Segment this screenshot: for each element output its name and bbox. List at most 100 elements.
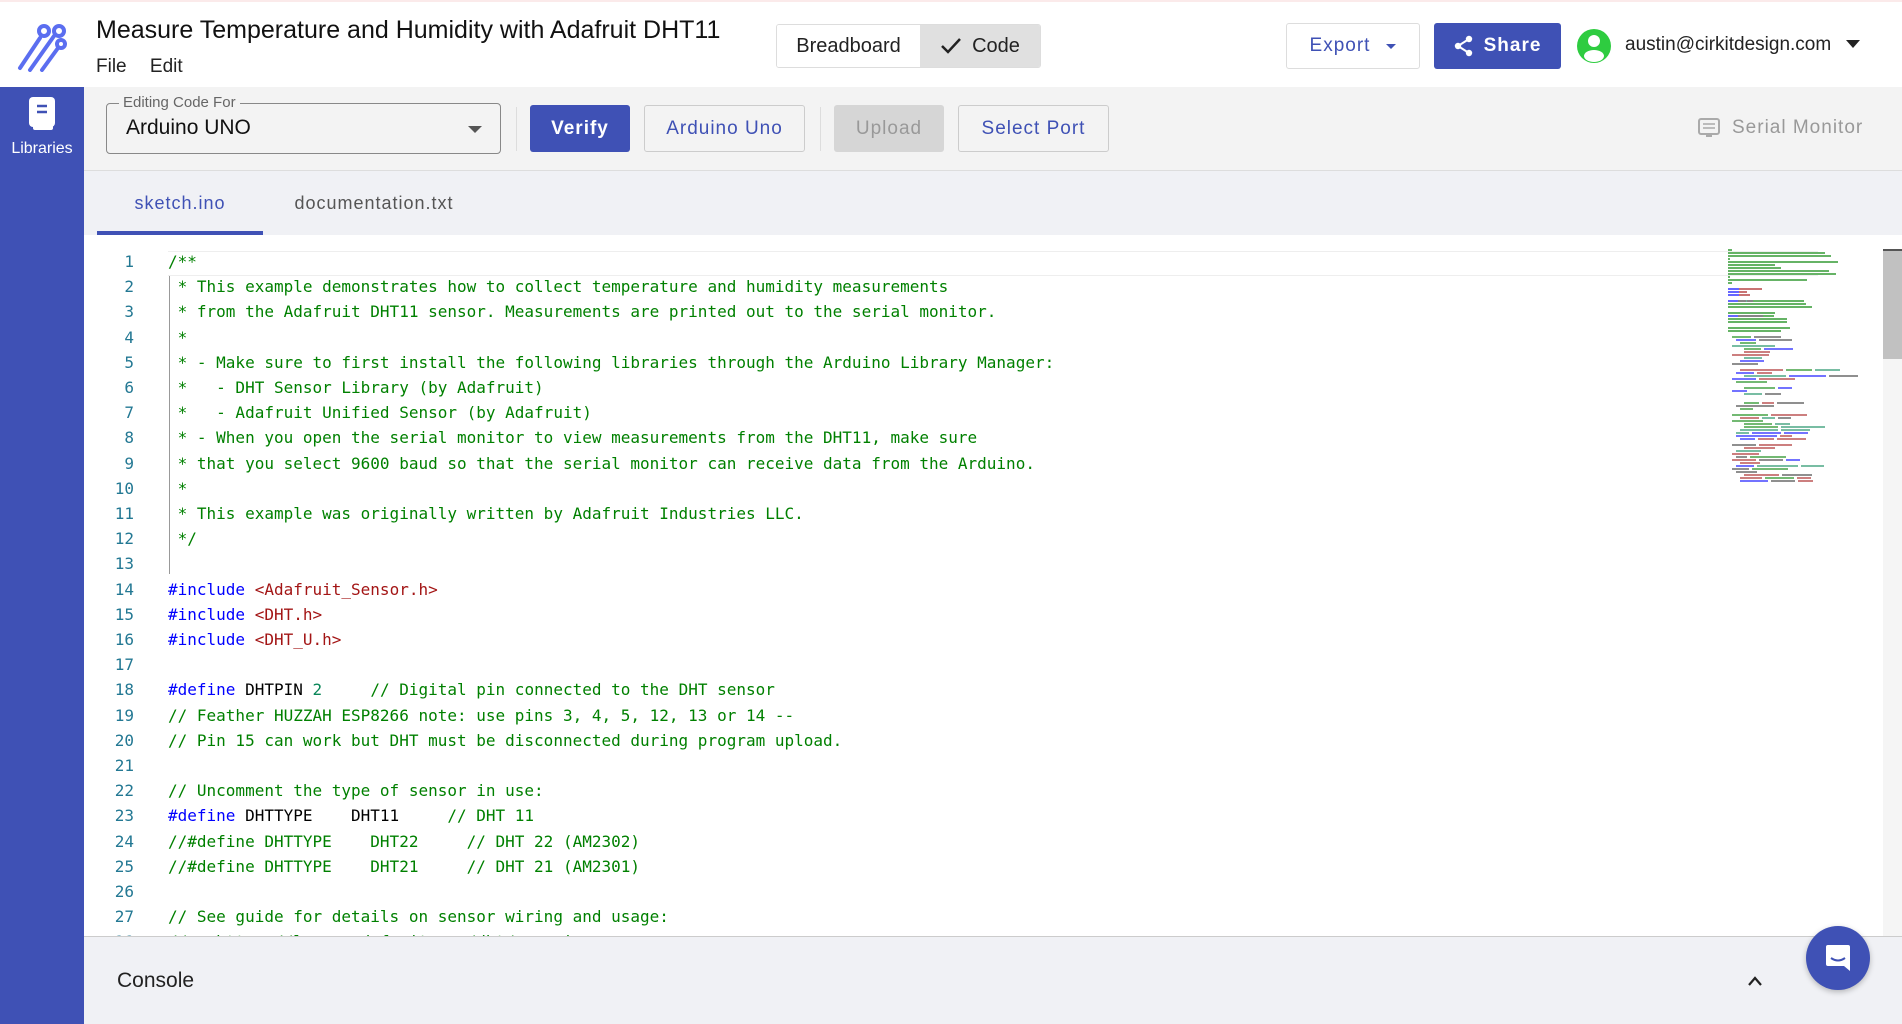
minimap-line	[1732, 414, 1769, 416]
scrollbar-thumb[interactable]	[1883, 249, 1902, 359]
minimap-line	[1762, 417, 1776, 419]
minimap-line	[1737, 300, 1746, 302]
minimap-line	[1744, 423, 1773, 425]
check-icon	[941, 38, 962, 54]
tab-sketch-ino[interactable]: sketch.ino	[97, 171, 263, 235]
code-line: //#define DHTTYPE DHT21 // DHT 21 (AM230…	[168, 857, 640, 876]
minimap-line	[1728, 315, 1738, 317]
code-line: /**	[168, 252, 197, 271]
minimap[interactable]	[1728, 249, 1858, 489]
code-token: <Adafruit_Sensor.h>	[254, 579, 438, 599]
board-button[interactable]: Arduino Uno	[644, 105, 805, 152]
code-token: */	[168, 529, 197, 549]
code-toolbar: Editing Code For Arduino UNO Verify Ardu…	[84, 87, 1902, 171]
minimap-line	[1776, 402, 1804, 404]
line-number: 24	[114, 831, 134, 851]
minimap-line	[1828, 375, 1858, 377]
code-token: // See guide for details on sensor wirin…	[168, 907, 669, 927]
line-number: 11	[114, 504, 134, 523]
minimap-line	[1763, 348, 1793, 350]
line-number: 14	[114, 579, 134, 599]
user-menu-caret-icon[interactable]	[1846, 40, 1860, 48]
code-line: * - DHT Sensor Library (by Adafruit)	[168, 378, 544, 397]
minimap-line	[1814, 369, 1841, 371]
minimap-line	[1749, 456, 1786, 458]
menu-edit[interactable]: Edit	[150, 56, 183, 77]
minimap-line	[1786, 369, 1812, 371]
user-avatar-icon[interactable]	[1577, 29, 1611, 63]
code-line: #define DHTTYPE DHT11 // DHT 11	[168, 806, 534, 825]
cirkit-logo-icon[interactable]	[16, 22, 68, 72]
sidebar: Libraries	[0, 87, 84, 1024]
line-number: 18	[114, 680, 134, 700]
minimap-line	[1732, 336, 1751, 338]
breadboard-view-button[interactable]: Breadboard	[777, 25, 920, 67]
code-line: *	[168, 479, 188, 498]
minimap-line	[1740, 477, 1762, 479]
minimap-line	[1728, 249, 1732, 251]
code-token: * - When you open the serial monitor to …	[168, 428, 978, 448]
line-number: 9	[124, 453, 134, 473]
minimap-line	[1780, 426, 1825, 428]
user-email[interactable]: austin@cirkitdesign.com	[1625, 34, 1831, 56]
line-number: 6	[124, 378, 134, 397]
divider	[820, 107, 821, 151]
minimap-line	[1728, 270, 1829, 272]
export-button[interactable]: Export	[1286, 23, 1420, 69]
minimap-line	[1728, 255, 1832, 257]
minimap-line	[1728, 279, 1808, 281]
chat-button[interactable]	[1806, 926, 1870, 990]
minimap-line	[1757, 372, 1772, 374]
menu-file[interactable]: File	[96, 56, 127, 77]
line-number: 26	[114, 882, 134, 901]
code-line: * - Adafruit Unified Sensor (by Adafruit…	[168, 403, 592, 422]
share-label: Share	[1483, 35, 1542, 56]
line-number: 27	[114, 907, 134, 927]
line-number: 22	[114, 781, 134, 801]
code-line: //#define DHTTYPE DHT22 // DHT 22 (AM230…	[168, 832, 640, 851]
divider	[516, 107, 517, 151]
upload-button[interactable]: Upload	[834, 105, 944, 152]
minimap-line	[1728, 327, 1791, 329]
minimap-line	[1758, 438, 1775, 440]
minimap-line	[1777, 438, 1806, 440]
menu-bar: File Edit	[96, 56, 201, 78]
minimap-line	[1740, 438, 1756, 440]
verify-button[interactable]: Verify	[530, 105, 630, 152]
share-button[interactable]: Share	[1434, 23, 1561, 69]
minimap-line	[1758, 444, 1792, 446]
console-panel[interactable]: Console	[84, 936, 1902, 1024]
board-select[interactable]: Editing Code For Arduino UNO	[106, 94, 501, 154]
code-editor[interactable]: 1 /** 2 * This example demonstrates how to…	[84, 235, 1902, 936]
serial-monitor-button[interactable]: Serial Monitor	[1698, 117, 1863, 139]
line-number: 8	[124, 428, 134, 448]
code-line: * This example was originally written by…	[168, 504, 804, 523]
minimap-line	[1744, 351, 1770, 353]
minimap-line	[1728, 300, 1738, 302]
minimap-line	[1779, 435, 1792, 437]
code-token: * that you select 9600 baud so that the …	[168, 453, 1035, 473]
select-port-button[interactable]: Select Port	[958, 105, 1109, 152]
code-token: // Pin 15 can work but DHT must be disco…	[168, 730, 843, 750]
minimap-line	[1777, 387, 1792, 389]
minimap-line	[1737, 315, 1763, 317]
line-number: 21	[114, 756, 134, 775]
minimap-line	[1738, 294, 1750, 296]
code-view-button[interactable]: Code	[920, 25, 1040, 67]
code-token: DHTTYPE DHT11	[245, 806, 448, 826]
code-token: 2	[312, 680, 323, 700]
minimap-line	[1728, 252, 1826, 254]
line-number: 5	[124, 352, 134, 372]
line-number: 20	[114, 730, 134, 750]
sidebar-item-libraries[interactable]: Libraries	[0, 87, 84, 167]
minimap-line	[1752, 468, 1788, 470]
chevron-up-icon[interactable]	[1747, 973, 1763, 989]
minimap-line	[1728, 282, 1732, 284]
tab-documentation-txt[interactable]: documentation.txt	[279, 171, 469, 235]
code-line: #include <DHT.h>	[168, 605, 322, 624]
minimap-line	[1765, 393, 1781, 395]
editor-scrollbar[interactable]	[1883, 249, 1902, 936]
minimap-line	[1753, 336, 1782, 338]
minimap-line	[1758, 378, 1795, 380]
minimap-line	[1728, 264, 1775, 266]
